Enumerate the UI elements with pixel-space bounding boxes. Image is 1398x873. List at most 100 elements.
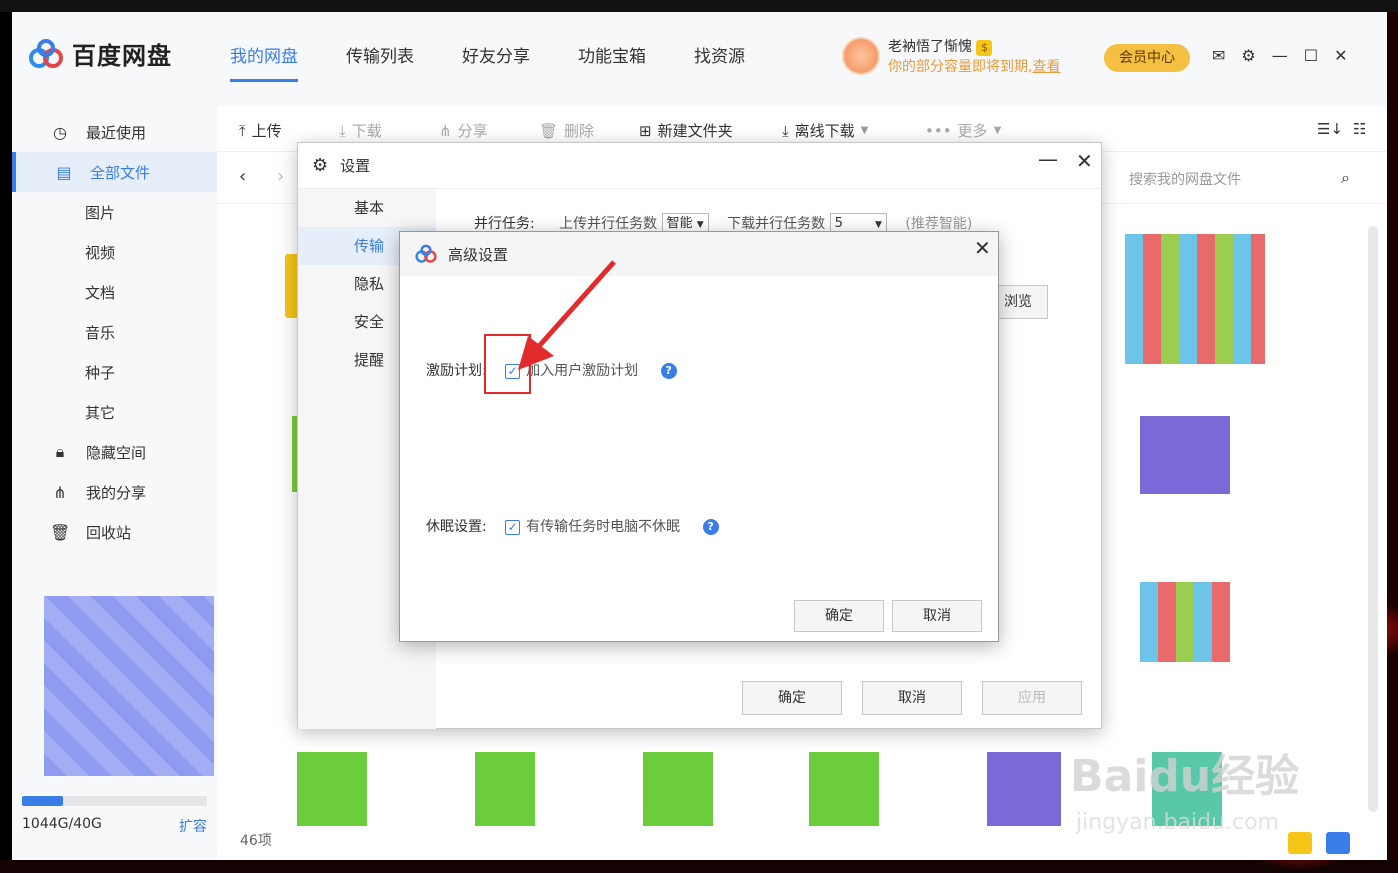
- close-icon[interactable]: ✕: [1076, 149, 1093, 173]
- offline-download-button[interactable]: ⤓ 离线下载 ▼: [782, 120, 868, 141]
- chevron-down-icon: ▼: [993, 125, 1002, 136]
- sidebar-item-recent[interactable]: ◷ 最近使用: [12, 112, 217, 152]
- advanced-title: 高级设置: [448, 245, 509, 264]
- lock-icon: 🔒︎: [55, 442, 65, 461]
- advanced-cancel-button[interactable]: 取消: [892, 600, 982, 632]
- more-button[interactable]: ••• 更多 ▼: [925, 120, 1001, 141]
- download-parallel-label: 下载并行任务数: [727, 216, 826, 232]
- recommend-text: (推荐智能): [905, 216, 973, 232]
- desktop-taskbar-top: [0, 0, 1398, 12]
- share-icon: ⋔: [53, 482, 67, 502]
- upload-tray-icon[interactable]: [1288, 832, 1312, 854]
- close-icon[interactable]: ✕: [1334, 46, 1347, 65]
- maximize-icon[interactable]: ☐: [1304, 46, 1318, 65]
- image-thumbnail[interactable]: [1140, 416, 1230, 494]
- download-button[interactable]: ⤓ 下载: [339, 120, 382, 141]
- expand-storage-link[interactable]: 扩容: [179, 816, 207, 836]
- app-logo: 百度网盘: [28, 36, 172, 71]
- file-icon[interactable]: [475, 752, 535, 826]
- settings-cancel-button[interactable]: 取消: [862, 681, 962, 715]
- watermark-url: jingyan.baidu.com: [1076, 810, 1280, 835]
- minimize-icon[interactable]: —: [1272, 46, 1288, 65]
- upload-icon: ⤒: [239, 121, 246, 140]
- blurred-ad-image: [44, 596, 214, 776]
- settings-ok-button[interactable]: 确定: [742, 681, 842, 715]
- minimize-icon[interactable]: —: [1038, 147, 1058, 171]
- lock-tray-icon[interactable]: [1326, 832, 1350, 854]
- sidebar-item-torrents[interactable]: 种子: [12, 352, 217, 392]
- sidebar-item-my-share[interactable]: ⋔ 我的分享: [12, 472, 217, 512]
- tab-find-resources[interactable]: 找资源: [694, 42, 745, 82]
- file-icon[interactable]: [297, 752, 367, 826]
- sidebar-item-label: 全部文件: [90, 163, 151, 182]
- back-icon[interactable]: ‹: [239, 166, 246, 187]
- sidebar-item-videos[interactable]: 视频: [12, 232, 217, 272]
- chevron-down-icon: ▼: [875, 220, 882, 230]
- trash-icon: 🗑︎: [539, 121, 559, 140]
- image-thumbnail[interactable]: [1140, 582, 1230, 662]
- storage-panel: 1044G/40G 扩容: [22, 796, 207, 836]
- gear-icon[interactable]: ⚙: [1241, 46, 1255, 65]
- sidebar-item-label: 最近使用: [86, 123, 147, 142]
- sidebar-item-music[interactable]: 音乐: [12, 312, 217, 352]
- desktop-taskbar-bottom: [0, 860, 1398, 873]
- download-icon: ⤓: [782, 121, 789, 140]
- new-folder-button[interactable]: ⊞ 新建文件夹: [639, 120, 733, 141]
- ellipsis-icon: •••: [925, 121, 952, 140]
- upload-button[interactable]: ⤒ 上传: [239, 120, 282, 141]
- sidebar-item-recycle-bin[interactable]: 🗑︎ 回收站: [12, 512, 217, 552]
- avatar[interactable]: [842, 37, 880, 75]
- tab-toolbox[interactable]: 功能宝箱: [578, 42, 646, 82]
- list-view-icon[interactable]: ☷: [1353, 120, 1366, 138]
- sidebar-item-label: 隐藏空间: [86, 443, 147, 462]
- image-thumbnail[interactable]: [1125, 234, 1265, 364]
- sidebar-item-other[interactable]: 其它: [12, 392, 217, 432]
- delete-button[interactable]: 🗑︎ 删除: [539, 120, 594, 141]
- storage-bar-fill: [22, 796, 63, 806]
- delete-label: 删除: [564, 122, 595, 140]
- tab-my-netdisk[interactable]: 我的网盘: [230, 42, 298, 82]
- settings-tab-basic[interactable]: 基本: [298, 189, 436, 227]
- search-input[interactable]: 搜索我的网盘文件: [1117, 164, 1362, 196]
- vip-center-button[interactable]: 会员中心: [1104, 44, 1190, 72]
- advanced-settings-dialog: 高级设置 ✕ 激励计划: ✓ 加入用户激励计划 ? 休眠设置: ✓ 有传输任务时电脑…: [399, 231, 999, 642]
- advanced-ok-button[interactable]: 确定: [794, 600, 884, 632]
- sidebar-item-label: 回收站: [86, 523, 132, 542]
- tab-friend-share[interactable]: 好友分享: [462, 42, 530, 82]
- sleep-row: 休眠设置: ✓ 有传输任务时电脑不休眠 ?: [426, 516, 719, 536]
- cloud-logo-icon: [29, 38, 63, 68]
- baidu-jingyan-watermark: Baidu经验: [1070, 751, 1300, 802]
- sleep-checkbox[interactable]: ✓: [505, 519, 521, 535]
- sidebar-item-label: 我的分享: [86, 483, 147, 502]
- view-link[interactable]: 查看: [1032, 59, 1060, 75]
- item-count: 46项: [240, 833, 272, 849]
- sidebar-item-documents[interactable]: 文档: [12, 272, 217, 312]
- storage-warning: 你的部分容量即将到期,: [888, 59, 1033, 75]
- help-icon[interactable]: ?: [702, 519, 719, 535]
- share-icon: ⋔: [439, 121, 452, 140]
- sidebar-item-hidden-space[interactable]: 🔒︎ 隐藏空间: [12, 432, 217, 472]
- file-icon[interactable]: [809, 752, 879, 826]
- help-icon[interactable]: ?: [660, 363, 677, 379]
- forward-icon[interactable]: ›: [277, 166, 284, 187]
- sidebar-item-pictures[interactable]: 图片: [12, 192, 217, 232]
- gear-icon: ⚙: [312, 155, 329, 176]
- image-thumbnail[interactable]: [987, 752, 1061, 826]
- vertical-scrollbar[interactable]: [1368, 226, 1378, 812]
- sidebar-item-all-files[interactable]: ▤ 全部文件: [12, 152, 217, 192]
- tab-transfer-list[interactable]: 传输列表: [346, 42, 414, 82]
- file-icon[interactable]: [643, 752, 713, 826]
- sort-icon[interactable]: ☰↓: [1317, 120, 1343, 138]
- mail-icon[interactable]: ✉: [1212, 46, 1225, 65]
- cloud-logo-icon: [415, 244, 437, 263]
- close-icon[interactable]: ✕: [974, 236, 991, 260]
- window-controls: ✉ ⚙ — ☐ ✕: [1212, 46, 1348, 65]
- chevron-down-icon: ▼: [696, 220, 704, 230]
- share-button[interactable]: ⋔ 分享: [439, 120, 488, 141]
- upload-label: 上传: [251, 122, 282, 140]
- settings-title-bar: ⚙ 设置: [298, 143, 1101, 189]
- settings-apply-button[interactable]: 应用: [982, 681, 1082, 715]
- main-nav: 我的网盘 传输列表 好友分享 功能宝箱 找资源: [230, 42, 793, 82]
- search-icon[interactable]: ⌕: [1341, 168, 1350, 188]
- brand-name: 百度网盘: [72, 42, 172, 70]
